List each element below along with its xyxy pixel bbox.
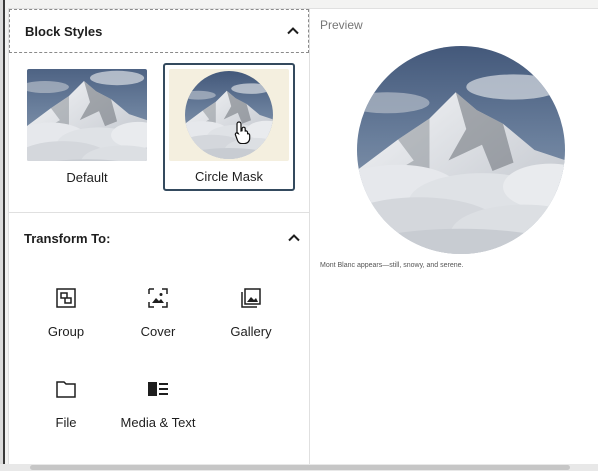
- hand-pointer-icon: [234, 121, 251, 144]
- file-icon: [56, 381, 76, 398]
- transform-to-header[interactable]: Transform To:: [9, 216, 309, 260]
- transform-to-title: Transform To:: [24, 230, 111, 246]
- style-option-circle-mask[interactable]: Circle Mask: [163, 63, 295, 191]
- block-styles-title: Block Styles: [25, 23, 103, 39]
- block-styles-header[interactable]: Block Styles: [9, 9, 309, 53]
- transform-cover[interactable]: Cover: [118, 286, 198, 366]
- group-icon: [56, 288, 76, 308]
- chevron-up-icon: [287, 27, 299, 35]
- circle-mask-thumbnail: [169, 69, 289, 161]
- style-option-label: Circle Mask: [195, 169, 263, 184]
- transform-media-text[interactable]: Media & Text: [118, 377, 198, 457]
- transform-group[interactable]: Group: [26, 286, 106, 366]
- block-styles-popover: Block Styles Default Circle Mask Transfo…: [8, 8, 598, 465]
- chevron-up-icon: [288, 234, 300, 242]
- transform-label: Gallery: [230, 324, 272, 339]
- default-thumbnail: [27, 69, 147, 161]
- gallery-icon: [241, 288, 261, 308]
- styles-panel: Block Styles Default Circle Mask Transfo…: [9, 9, 309, 465]
- style-option-default[interactable]: Default: [21, 63, 153, 191]
- style-option-label: Default: [66, 170, 108, 185]
- transform-label: Cover: [140, 324, 176, 339]
- preview-label: Preview: [320, 18, 363, 32]
- section-divider: [9, 212, 309, 213]
- horizontal-scrollbar[interactable]: [0, 464, 598, 471]
- preview-image: [357, 46, 565, 254]
- transform-gallery[interactable]: Gallery: [211, 286, 291, 366]
- image-caption: Mont Blanc appears—still, snowy, and ser…: [320, 262, 464, 269]
- transform-label: Group: [47, 324, 85, 339]
- transform-file[interactable]: File: [26, 377, 106, 457]
- cover-icon: [148, 288, 168, 308]
- transform-label: File: [55, 415, 77, 430]
- preview-pane: Preview Mont Blanc appears—still, snowy,…: [310, 9, 598, 465]
- media-text-icon: [148, 382, 168, 396]
- editor-edge: [0, 0, 5, 471]
- transform-label: Media & Text: [120, 415, 196, 430]
